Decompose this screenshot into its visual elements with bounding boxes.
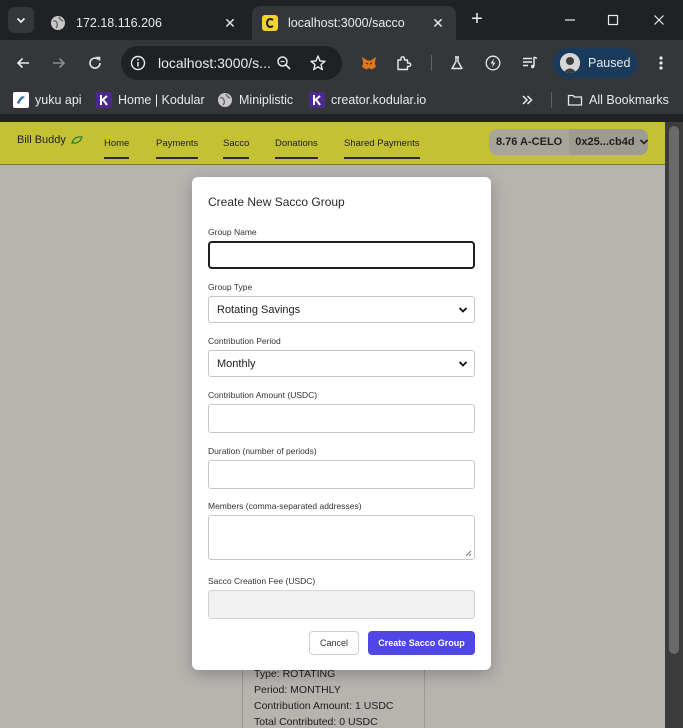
app-navbar: Bill Buddy Home Payments Sacco Donations… bbox=[0, 122, 665, 165]
bookmark-label: Miniplistic bbox=[239, 93, 294, 107]
group-name-input[interactable] bbox=[208, 241, 475, 269]
wallet-button[interactable]: 8.76 A-CELO 0x25...cb4d bbox=[489, 129, 648, 155]
contribution-period-label: Contribution Period bbox=[208, 336, 281, 346]
tab-search-button[interactable] bbox=[8, 7, 34, 33]
toolbar-divider bbox=[431, 55, 432, 71]
tab-close-icon[interactable]: ✕ bbox=[222, 15, 238, 31]
bookmark-label: yuku api bbox=[35, 93, 82, 107]
group-type-select[interactable]: Rotating Savings bbox=[208, 296, 475, 323]
maximize-icon[interactable] bbox=[600, 8, 626, 32]
all-bookmarks-label: All Bookmarks bbox=[589, 93, 669, 107]
more-bookmarks-chevron-icon[interactable] bbox=[520, 91, 534, 109]
chevron-down-icon bbox=[458, 307, 468, 313]
all-bookmarks-button[interactable]: All Bookmarks bbox=[567, 91, 669, 109]
media-queue-icon[interactable] bbox=[517, 50, 543, 76]
browser-toolbar: localhost:3000/s... Paused bbox=[0, 40, 683, 86]
bookmark-item[interactable]: Home | Kodular bbox=[96, 91, 205, 109]
profile-paused-button[interactable]: Paused bbox=[553, 48, 638, 78]
sacco-group-card: Type: ROTATING Period: MONTHLY Contribut… bbox=[242, 662, 425, 728]
bookmark-item[interactable]: creator.kodular.io bbox=[309, 91, 426, 109]
wallet-balance: 8.76 A-CELO bbox=[496, 136, 563, 148]
kodular-k-icon bbox=[309, 92, 325, 108]
nav-donations[interactable]: Donations bbox=[275, 138, 318, 159]
bookmark-item[interactable]: Miniplistic bbox=[217, 91, 293, 109]
page-viewport: Bill Buddy Home Payments Sacco Donations… bbox=[0, 122, 665, 728]
contribution-amount-input[interactable] bbox=[208, 404, 475, 433]
brand-logo[interactable]: Bill Buddy bbox=[17, 134, 83, 146]
performance-bolt-icon[interactable] bbox=[480, 50, 506, 76]
window-close-icon[interactable] bbox=[646, 8, 672, 32]
wallet-address-text: 0x25...cb4d bbox=[575, 136, 635, 148]
bookmarks-bar: yuku api Home | Kodular Miniplistic crea… bbox=[0, 86, 683, 114]
page-scrollbar[interactable] bbox=[665, 122, 683, 728]
nav-sacco[interactable]: Sacco bbox=[223, 138, 250, 159]
leaf-logo-icon bbox=[71, 136, 83, 144]
extensions-puzzle-icon[interactable] bbox=[391, 50, 417, 76]
avatar bbox=[560, 53, 580, 73]
create-sacco-modal: Create New Sacco Group Group Name Group … bbox=[192, 177, 491, 670]
duration-label: Duration (number of periods) bbox=[208, 446, 317, 456]
nav-shared-payments[interactable]: Shared Payments bbox=[344, 138, 420, 159]
globe-icon bbox=[50, 15, 66, 31]
modal-title: Create New Sacco Group bbox=[208, 195, 345, 209]
reload-icon[interactable] bbox=[82, 50, 108, 76]
nav-payments[interactable]: Payments bbox=[156, 138, 199, 159]
create-sacco-group-button[interactable]: Create Sacco Group bbox=[368, 631, 475, 655]
card-total-contributed: Total Contributed: 0 USDC bbox=[254, 716, 378, 728]
tab-title: localhost:3000/sacco bbox=[288, 16, 405, 30]
chevron-down-icon bbox=[458, 361, 468, 367]
address-bar[interactable]: localhost:3000/s... bbox=[121, 46, 342, 80]
url-text: localhost:3000/s... bbox=[158, 55, 270, 71]
contribution-period-select[interactable]: Monthly bbox=[208, 350, 475, 377]
bookmark-label: Home | Kodular bbox=[118, 93, 205, 107]
new-tab-plus-icon[interactable]: + bbox=[466, 9, 488, 31]
bookmarks-divider bbox=[551, 92, 552, 108]
group-name-label: Group Name bbox=[208, 227, 257, 237]
contribution-period-value: Monthly bbox=[217, 357, 256, 370]
duration-input[interactable] bbox=[208, 460, 475, 489]
members-textarea[interactable] bbox=[208, 515, 475, 560]
chrome-menu-icon[interactable] bbox=[648, 50, 674, 76]
kodular-k-icon bbox=[96, 92, 112, 108]
chevron-down-icon bbox=[16, 17, 26, 24]
resize-grip-icon[interactable] bbox=[464, 549, 472, 557]
cancel-button[interactable]: Cancel bbox=[309, 631, 359, 655]
chevron-down-icon bbox=[639, 139, 648, 145]
members-label: Members (comma-separated addresses) bbox=[208, 501, 362, 511]
creation-fee-label: Sacco Creation Fee (USDC) bbox=[208, 576, 316, 586]
nav-home[interactable]: Home bbox=[104, 138, 130, 159]
tab-close-icon[interactable]: ✕ bbox=[430, 15, 446, 31]
bookmark-star-icon[interactable] bbox=[309, 54, 327, 77]
yuku-logo-icon bbox=[13, 92, 29, 108]
folder-icon bbox=[567, 92, 583, 108]
creation-fee-input bbox=[208, 590, 475, 619]
browser-tab-active[interactable]: localhost:3000/sacco ✕ bbox=[252, 6, 456, 40]
metamask-fox-icon[interactable] bbox=[356, 50, 382, 76]
bookmark-item[interactable]: yuku api bbox=[13, 91, 82, 109]
browser-tab-strip: 172.18.116.206 ✕ localhost:3000/sacco ✕ … bbox=[0, 0, 683, 40]
brand-name: Bill Buddy bbox=[17, 134, 66, 146]
minimize-icon[interactable] bbox=[557, 8, 583, 32]
back-arrow-icon[interactable] bbox=[10, 50, 36, 76]
card-contribution-amount: Contribution Amount: 1 USDC bbox=[254, 700, 394, 712]
browser-tab-inactive[interactable]: 172.18.116.206 ✕ bbox=[40, 6, 248, 40]
globe-icon bbox=[217, 92, 233, 108]
tab-title: 172.18.116.206 bbox=[76, 16, 162, 30]
contribution-amount-label: Contribution Amount (USDC) bbox=[208, 390, 318, 400]
profile-status-label: Paused bbox=[588, 56, 631, 70]
wallet-address: 0x25...cb4d bbox=[569, 129, 648, 155]
group-type-value: Rotating Savings bbox=[217, 303, 301, 316]
labs-flask-icon[interactable] bbox=[444, 50, 470, 76]
site-info-icon[interactable] bbox=[124, 49, 152, 77]
zoom-search-icon[interactable] bbox=[276, 55, 292, 76]
bookmark-label: creator.kodular.io bbox=[331, 93, 427, 107]
forward-arrow-icon[interactable] bbox=[46, 50, 72, 76]
card-period: Period: MONTHLY bbox=[254, 684, 341, 696]
group-type-label: Group Type bbox=[208, 282, 253, 292]
site-favicon-icon bbox=[262, 15, 278, 31]
scrollbar-thumb[interactable] bbox=[669, 126, 679, 654]
